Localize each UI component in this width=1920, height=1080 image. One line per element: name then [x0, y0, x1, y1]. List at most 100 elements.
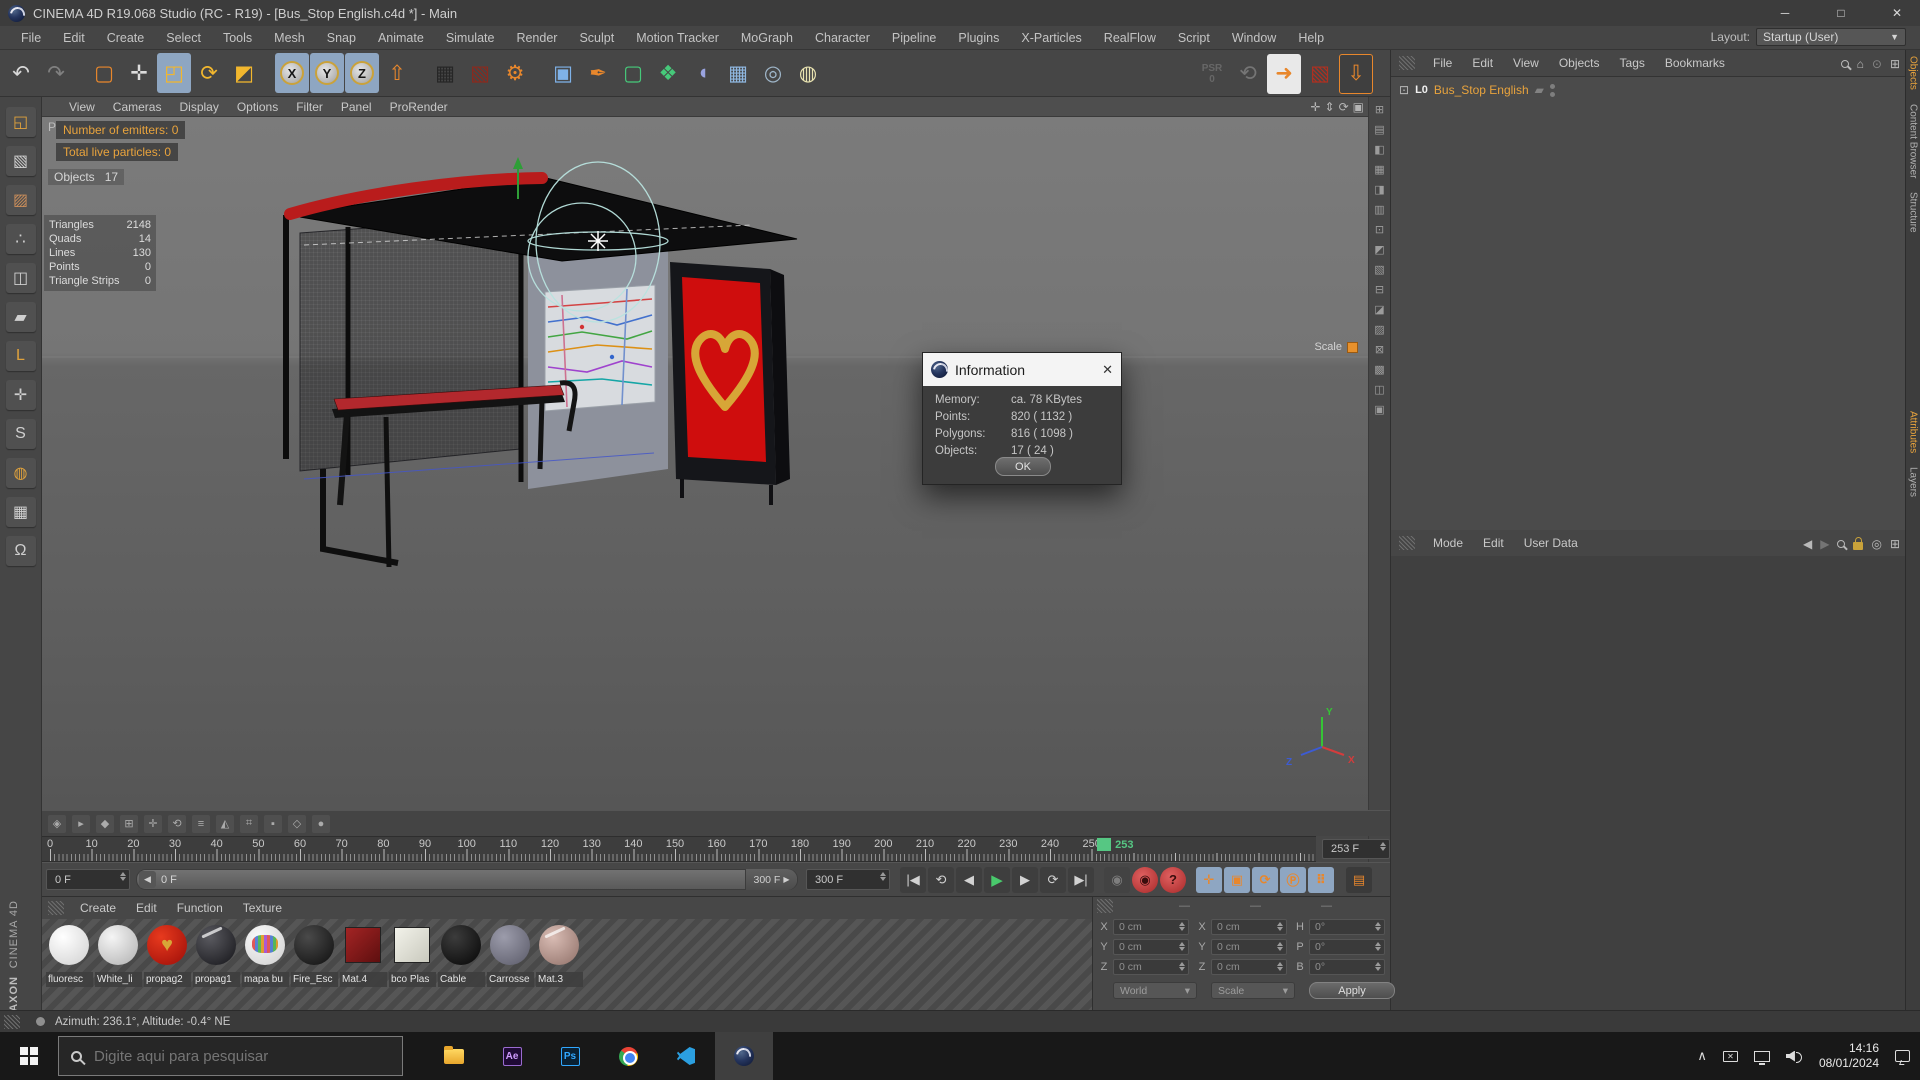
- object-manager-menu-bookmarks[interactable]: Bookmarks: [1655, 56, 1735, 70]
- render-settings-icon[interactable]: ⚙: [498, 53, 532, 93]
- pen-tablet-icon[interactable]: ✕: [1722, 1050, 1738, 1062]
- taskbar-app-chrome[interactable]: [599, 1032, 657, 1080]
- key-solid-icon[interactable]: ◆: [96, 814, 114, 833]
- material-tile[interactable]: Mat.4: [340, 923, 387, 1001]
- material-menu-function[interactable]: Function: [167, 901, 233, 915]
- render-view-icon[interactable]: ▦: [428, 53, 462, 93]
- mesh-deform-icon[interactable]: ⇩: [1339, 53, 1373, 94]
- vs-4[interactable]: ▦: [1374, 163, 1384, 176]
- material-tile[interactable]: White_li: [95, 923, 142, 1001]
- coordinate-system-icon[interactable]: ⇧: [380, 53, 414, 93]
- paint-mode-icon[interactable]: ◍: [5, 458, 36, 488]
- autokey-button[interactable]: ◉: [1132, 866, 1158, 893]
- redo-icon[interactable]: ↷: [39, 53, 73, 93]
- menu-x-particles[interactable]: X-Particles: [1010, 31, 1092, 45]
- taskbar-app-cinema4d[interactable]: [715, 1032, 773, 1080]
- field-spinner[interactable]: [1375, 922, 1381, 931]
- taskbar-clock[interactable]: 14:16 08/01/2024: [1819, 1041, 1879, 1071]
- coord-field-z[interactable]: 0 cm: [1211, 959, 1287, 975]
- coord-dropdown-scale[interactable]: Scale ▾: [1211, 982, 1295, 999]
- close-button[interactable]: ✕: [1874, 0, 1920, 26]
- next-key-button[interactable]: ⟳: [1040, 866, 1066, 893]
- timeline-ruler[interactable]: 0 10 20 30 40 50 60 70 80 90 100 110 120 130 140 150 160…: [42, 836, 1316, 862]
- make-editable-icon[interactable]: ◱: [5, 107, 36, 137]
- menu-sculpt[interactable]: Sculpt: [568, 31, 625, 45]
- object-row[interactable]: ⊡ L0 Bus_Stop English ▰: [1399, 83, 1555, 97]
- snap-mode-icon[interactable]: S: [5, 419, 36, 449]
- apply-button[interactable]: Apply: [1309, 982, 1395, 999]
- panel-grip[interactable]: [1399, 536, 1415, 550]
- polygon-mode-icon[interactable]: ▰: [5, 302, 36, 332]
- rotate-tool-icon[interactable]: ⟳: [192, 53, 226, 93]
- menu-simulate[interactable]: Simulate: [435, 31, 506, 45]
- dock-tab-structure[interactable]: Structure: [1908, 192, 1919, 233]
- key-move-icon[interactable]: ✛: [144, 814, 162, 833]
- material-menu-create[interactable]: Create: [70, 901, 126, 915]
- material-tile[interactable]: Mat.3: [536, 923, 583, 1001]
- deformer-icon[interactable]: ❖: [651, 53, 685, 93]
- light-icon[interactable]: ◍: [791, 53, 825, 93]
- material-tile[interactable]: ♥ propag2: [144, 923, 191, 1001]
- key-list-icon[interactable]: ≡: [192, 814, 210, 833]
- dialog-title-bar[interactable]: Information ✕: [923, 353, 1121, 386]
- menu-help[interactable]: Help: [1287, 31, 1335, 45]
- vs-14[interactable]: ▩: [1374, 363, 1384, 376]
- prev-frame-button[interactable]: ◀: [956, 866, 982, 893]
- menu-snap[interactable]: Snap: [316, 31, 367, 45]
- object-name[interactable]: Bus_Stop English: [1434, 83, 1529, 97]
- bench-front-leg[interactable]: [383, 416, 392, 568]
- field-spinner[interactable]: [1179, 962, 1185, 971]
- menu-mograph[interactable]: MoGraph: [730, 31, 804, 45]
- viewport-menu-display[interactable]: Display: [170, 100, 227, 114]
- material-tile[interactable]: mapa bu: [242, 923, 289, 1001]
- psr-reset-icon[interactable]: PSR 0: [1195, 54, 1229, 94]
- vs-11[interactable]: ◪: [1374, 303, 1384, 316]
- keyframe-path-icon[interactable]: ➜: [1267, 53, 1301, 94]
- goto-start-button[interactable]: |◀: [900, 866, 926, 893]
- visibility-dots-icon[interactable]: [1549, 83, 1555, 97]
- menu-mesh[interactable]: Mesh: [263, 31, 316, 45]
- zoom-view-icon[interactable]: ⇕: [1325, 100, 1335, 114]
- primitive-cube-icon[interactable]: ▣: [546, 53, 580, 93]
- key-grid-icon[interactable]: ⊞: [120, 814, 138, 833]
- taskbar-app-vscode[interactable]: [657, 1032, 715, 1080]
- coord-field-x[interactable]: 0 cm: [1211, 919, 1287, 935]
- range-right-grabber[interactable]: 300 F ▶: [745, 869, 797, 890]
- viewport-menu-view[interactable]: View: [60, 100, 104, 114]
- vs-12[interactable]: ▨: [1374, 323, 1384, 336]
- render-clapper-icon[interactable]: ▧: [1303, 54, 1337, 94]
- current-frame-marker[interactable]: [1097, 838, 1112, 851]
- toggle-view-icon[interactable]: ▣: [1353, 100, 1364, 114]
- lock-y-axis-icon[interactable]: Y: [310, 53, 344, 93]
- field-spinner[interactable]: [1179, 922, 1185, 931]
- key-play-icon[interactable]: ▸: [72, 814, 90, 833]
- add-panel-icon[interactable]: ⊞: [1890, 58, 1900, 70]
- object-manager-menu-edit[interactable]: Edit: [1462, 56, 1503, 70]
- coord-field-b[interactable]: 0°: [1309, 959, 1385, 975]
- range-left-grabber[interactable]: ◀: [139, 871, 156, 888]
- tray-chevron-icon[interactable]: ∧: [1697, 1048, 1707, 1064]
- panel-grip[interactable]: [1097, 899, 1113, 913]
- taskbar-app-file-explorer[interactable]: [425, 1032, 483, 1080]
- material-menu-edit[interactable]: Edit: [126, 901, 167, 915]
- play-button[interactable]: ▶: [984, 866, 1010, 893]
- home-icon[interactable]: ⌂: [1857, 58, 1864, 70]
- coord-dropdown-world[interactable]: World ▾: [1113, 982, 1197, 999]
- network-icon[interactable]: [1753, 1050, 1770, 1065]
- material-tile[interactable]: Fire_Esc: [291, 923, 338, 1001]
- keyframe-help-button[interactable]: ?: [1160, 866, 1186, 893]
- field-spinner[interactable]: [1375, 942, 1381, 951]
- viewport-menu-prorender[interactable]: ProRender: [381, 100, 457, 114]
- action-center-icon[interactable]: [1895, 1050, 1910, 1062]
- prev-key-button[interactable]: ⟲: [928, 866, 954, 893]
- start-button[interactable]: [0, 1032, 58, 1080]
- menu-animate[interactable]: Animate: [367, 31, 435, 45]
- frame-spinner[interactable]: [1380, 842, 1386, 851]
- axis-mode-icon[interactable]: ✛: [5, 380, 36, 410]
- history-back-icon[interactable]: ◀: [1803, 538, 1812, 550]
- subdivision-surface-icon[interactable]: ▢: [616, 53, 650, 93]
- vs-2[interactable]: ▤: [1374, 123, 1384, 136]
- search-icon[interactable]: [1840, 59, 1849, 68]
- point-mode-icon[interactable]: ∴: [5, 224, 36, 254]
- next-frame-button[interactable]: ▶: [1012, 866, 1038, 893]
